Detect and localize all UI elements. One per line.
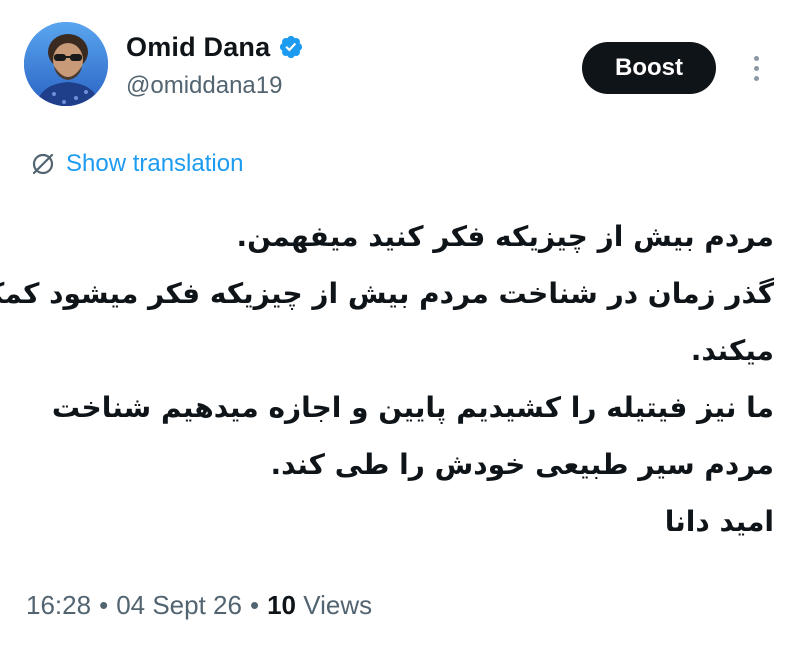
- more-dot: [753, 65, 759, 71]
- more-vertical-icon[interactable]: [744, 48, 768, 88]
- views[interactable]: 10 Views: [267, 590, 372, 621]
- display-name[interactable]: Omid Dana: [126, 32, 270, 63]
- tweet-text-line: میکند.: [690, 334, 774, 367]
- meta-separator: •: [99, 590, 109, 620]
- more-dot: [753, 55, 759, 61]
- views-count: 10: [267, 590, 296, 620]
- tweet-text-line: مردم بیش از چیزیکه فکر کنید میفهمن.: [236, 220, 774, 253]
- tweet-meta: 16:28 • 04 Sept 26 • 10 Views: [26, 590, 372, 621]
- avatar[interactable]: [24, 22, 108, 106]
- avatar-image: [24, 22, 108, 106]
- views-label: Views: [303, 590, 373, 620]
- tweet-text-line: ما نیز فیتیله را کشیدیم پایین و اجازه می…: [51, 391, 774, 424]
- tweet-header: Omid Dana @omiddana19 Boost: [24, 22, 776, 112]
- translate-icon: [30, 151, 56, 177]
- tweet-card: Omid Dana @omiddana19 Boost Show transla…: [0, 0, 800, 650]
- tweet-text-line: گذر زمان در شناخت مردم بیش از چیزیکه فکر…: [0, 277, 774, 310]
- meta-separator: •: [249, 590, 260, 620]
- verified-badge-icon: [278, 34, 304, 60]
- display-name-row: Omid Dana: [126, 30, 304, 64]
- tweet-time[interactable]: 16:28: [26, 590, 91, 621]
- tweet-text-line: مردم سیر طبیعی خودش را طی کند.: [270, 448, 774, 481]
- show-translation-label[interactable]: Show translation: [66, 150, 243, 178]
- author-handle[interactable]: @omiddana19: [126, 72, 304, 100]
- author-info: Omid Dana @omiddana19: [126, 30, 304, 100]
- boost-button[interactable]: Boost: [582, 42, 716, 94]
- tweet-text: مردم بیش از چیزیکه فکر کنید میفهمن. گذر …: [0, 208, 774, 550]
- tweet-date[interactable]: 04 Sept 26: [116, 590, 242, 621]
- tweet-text-line: امید دانا: [664, 505, 774, 538]
- show-translation-link[interactable]: Show translation: [30, 150, 243, 178]
- more-dot: [753, 75, 759, 81]
